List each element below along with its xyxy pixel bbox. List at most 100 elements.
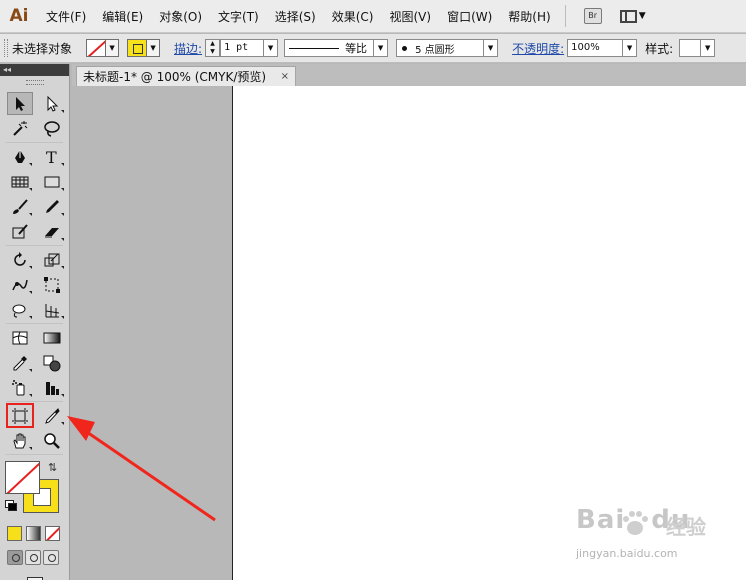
menu-divider [564,5,566,27]
column-graph-tool-icon [46,381,59,395]
magic-wand-tool[interactable] [7,117,33,140]
rotate-tool[interactable] [7,248,33,271]
blob-brush-tool-icon [12,223,28,238]
svg-text:T: T [46,148,57,166]
panel-collapse-bar[interactable]: ◂◂ [0,64,69,76]
stroke-color-swatch[interactable] [127,39,148,57]
slice-tool-icon [45,407,60,424]
lasso-tool[interactable] [39,117,65,140]
variable-width-profile-select[interactable]: 等比 [284,39,375,57]
paintbrush-tool[interactable] [7,195,33,218]
opacity-field[interactable]: 100% [567,39,624,57]
document-tab[interactable]: 未标题-1* @ 100% (CMYK/预览) × [76,66,296,86]
direct-selection-tool[interactable] [39,92,65,115]
close-icon[interactable]: × [281,71,289,82]
opacity-panel-link[interactable]: 不透明度: [512,40,564,57]
baidu-watermark: Bai du 经验 jingyan.baidu.com [576,505,736,575]
brush-definition-select[interactable]: 5 点圆形 [396,39,485,57]
fill-dropdown-arrow-icon[interactable]: ▼ [106,39,120,57]
fill-color-swatch[interactable] [86,39,107,57]
menu-select[interactable]: 选择(S) [267,8,324,25]
brush-label: 5 点圆形 [415,44,455,56]
artboard-tool[interactable] [6,403,34,428]
pen-tool[interactable] [7,145,33,168]
column-graph-tool[interactable] [39,376,65,399]
slice-tool[interactable] [39,404,65,427]
free-transform-tool[interactable] [39,273,65,296]
lasso-tool-icon [44,120,60,137]
zoom-tool[interactable] [39,429,65,452]
pen-tool-icon [15,149,25,163]
opacity-dropdown-icon[interactable]: ▼ [623,39,638,57]
selection-tool[interactable] [7,92,33,115]
brush-dropdown-icon[interactable]: ▼ [484,39,499,57]
stroke-weight-dropdown-icon[interactable]: ▼ [264,39,279,57]
menu-help[interactable]: 帮助(H) [500,8,558,25]
swap-fill-stroke-icon[interactable]: ⇅ [48,461,57,474]
bridge-button[interactable]: Br [583,8,602,24]
eraser-tool-icon [45,227,59,238]
hand-tool-icon [13,433,26,448]
stroke-dropdown-arrow-icon[interactable]: ▼ [147,39,161,57]
perspective-grid-tool-icon [45,303,60,317]
panel-grip[interactable] [25,80,44,85]
blob-brush-tool[interactable] [7,220,33,243]
free-transform-tool-icon [44,276,60,293]
shape-builder-tool[interactable] [7,298,33,321]
menu-effect[interactable]: 效果(C) [324,8,382,25]
menu-window[interactable]: 窗口(W) [439,8,500,25]
menu-file[interactable]: 文件(F) [38,8,94,25]
draw-inside-button[interactable] [43,549,59,565]
type-tool[interactable]: T [39,145,65,168]
graphic-style-swatch[interactable] [679,39,702,57]
symbol-sprayer-tool[interactable] [7,376,33,399]
warp-tool-icon [12,279,28,290]
gradient-mode-button[interactable] [26,525,41,541]
fill-swatch[interactable] [5,461,40,494]
style-dropdown-icon[interactable]: ▼ [701,39,716,57]
pencil-tool[interactable] [39,195,65,218]
mesh-tool[interactable] [7,326,33,349]
profile-line-preview [289,47,340,49]
workspace-layout-icon [619,9,637,23]
rectangle-tool[interactable] [39,170,65,193]
default-fill-stroke-icon[interactable] [5,500,17,511]
blend-tool[interactable] [39,351,65,374]
menu-type[interactable]: 文字(T) [210,8,267,25]
profile-label: 等比 [345,42,368,55]
profile-dropdown-icon[interactable]: ▼ [374,39,389,57]
rectangular-grid-tool[interactable] [7,170,33,193]
menu-edit[interactable]: 编辑(E) [94,8,151,25]
workspace-switcher-button[interactable]: ▼ [619,9,646,23]
eyedropper-tool[interactable] [7,351,33,374]
draw-normal-button[interactable] [7,549,23,565]
warp-tool[interactable] [7,273,33,296]
menu-object[interactable]: 对象(O) [151,8,210,25]
eraser-tool[interactable] [39,220,65,243]
fill-stroke-controls: ⇅ [0,459,69,519]
gradient-tool[interactable] [39,326,65,349]
rectangular-grid-tool-icon [11,176,29,187]
stroke-weight-field[interactable]: 1 pt [220,39,265,57]
mesh-tool-icon [12,331,28,344]
draw-behind-button[interactable] [25,549,41,565]
menu-view[interactable]: 视图(V) [381,8,439,25]
none-mode-button[interactable] [45,525,60,541]
menu-bar: Ai 文件(F) 编辑(E) 对象(O) 文字(T) 选择(S) 效果(C) 视… [0,0,746,33]
paintbrush-tool-icon [13,198,28,214]
hand-tool[interactable] [7,429,33,452]
shape-builder-tool-icon [12,304,26,317]
direct-selection-tool-icon [47,95,59,112]
type-tool-icon: T [46,148,57,166]
stroke-panel-link[interactable]: 描边: [174,40,202,57]
control-bar-grip[interactable] [4,39,8,57]
scale-tool[interactable] [39,248,65,271]
stroke-weight-stepper[interactable]: ▲ ▼ [205,39,221,57]
blend-tool-icon [43,355,61,371]
chevron-down-icon: ▼ [638,11,646,21]
rectangle-tool-icon [44,176,60,187]
perspective-grid-tool[interactable] [39,298,65,321]
control-bar: 未选择对象 ▼ ▼ 描边: ▲ ▼ 1 pt ▼ 等比 ▼ 5 点圆形 ▼ 不透明… [0,34,746,63]
color-mode-button[interactable] [7,525,22,541]
scale-tool-icon [44,253,60,266]
